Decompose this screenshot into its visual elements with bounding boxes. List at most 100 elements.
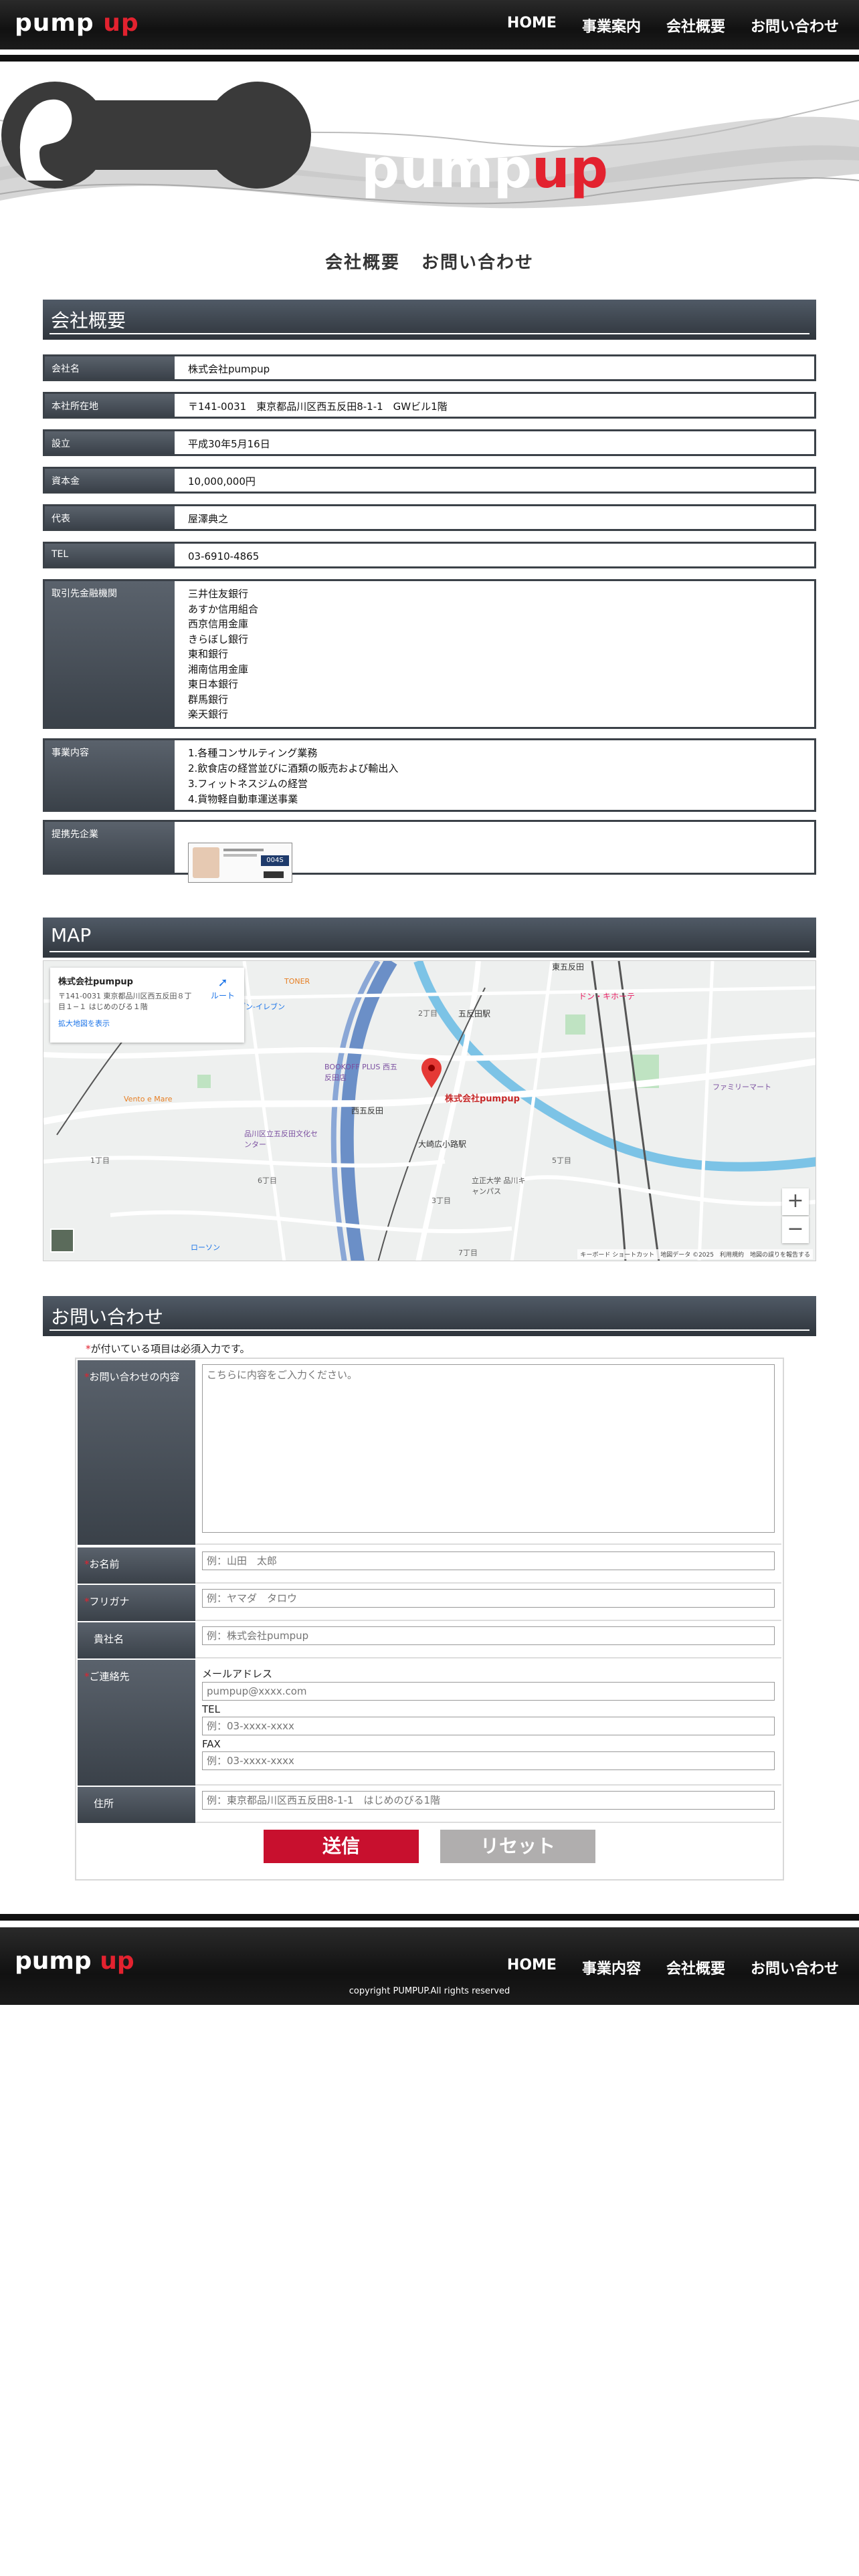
map-pin-label: 株式会社pumpup <box>445 1094 520 1104</box>
footer-logo[interactable]: pump up <box>15 1947 134 1975</box>
kana-cell <box>195 1585 781 1621</box>
map-label-1chome: 1丁目 <box>90 1156 110 1165</box>
row-value: 三井住友銀行 あすか信用組合 西京信用金庫 きらぼし銀行 東和銀行 湘南信用金庫… <box>188 588 259 720</box>
footer-stripe-white <box>0 1921 859 1927</box>
kana-label-text: フリガナ <box>89 1596 130 1608</box>
form-row-company: 貴社名 <box>78 1622 781 1658</box>
company-row: 提携先企業 004S <box>43 820 816 883</box>
content-label-text: お問い合わせの内容 <box>89 1371 180 1383</box>
subtitle-company[interactable]: 会社概要 <box>325 253 400 273</box>
company-row: 本社所在地 〒141-0031 東京都品川区西五反田8-1-1 GWビル1階 <box>43 392 816 419</box>
company-input[interactable] <box>202 1626 775 1645</box>
footer-nav-company[interactable]: 会社概要 <box>666 1957 725 1978</box>
name-input[interactable] <box>202 1551 775 1570</box>
site-footer: pump up HOME 事業内容 会社概要 お問い合わせ copyright … <box>0 1927 859 2005</box>
footer-logo-accent: up <box>100 1947 134 1975</box>
name-cell <box>195 1547 781 1584</box>
map-label-donki: ドン・キホーテ <box>579 992 636 1001</box>
footer-nav-contact[interactable]: お問い合わせ <box>751 1957 839 1978</box>
map-label-2chome: 2丁目 <box>418 1009 438 1018</box>
row-label: 資本金 <box>45 469 175 492</box>
company-row: 設立 平成30年5月16日 <box>43 429 816 456</box>
company-row: 事業内容 1.各種コンサルティング業務 2.飲食店の経営並びに酒類の販売および輸出… <box>43 738 816 812</box>
map-label-6chome: 6丁目 <box>258 1176 277 1185</box>
map-label-toner: TONER <box>284 977 310 986</box>
hero-logo-text: pumpup <box>361 138 608 200</box>
row-value: 〒141-0031 東京都品川区西五反田8-1-1 GWビル1階 <box>188 401 448 413</box>
form-row-address: 住所 <box>78 1787 781 1823</box>
company-row: 資本金 10,000,000円 <box>43 467 816 494</box>
row-value: 株式会社pumpup <box>188 363 270 375</box>
google-map[interactable]: 株式会社pumpup 五反田駅 西五反田 大崎広小路駅 立正大学 品川キャンパス… <box>43 960 816 1261</box>
email-input[interactable] <box>202 1682 775 1701</box>
required-note: *が付いている項目は必須入力です。 <box>86 1341 250 1356</box>
zoom-out-button[interactable]: − <box>782 1216 809 1243</box>
subtitle-contact[interactable]: お問い合わせ <box>421 253 534 273</box>
map-route-button[interactable]: ➚ ルート <box>211 976 235 1001</box>
nav-company[interactable]: 会社概要 <box>666 15 725 36</box>
required-star: * <box>84 1371 90 1383</box>
map-enlarge-link[interactable]: 拡大地図を表示 <box>58 1018 236 1029</box>
address-input[interactable] <box>202 1791 775 1810</box>
route-label: ルート <box>210 991 235 1000</box>
row-label: TEL <box>45 544 175 566</box>
zoom-in-button[interactable]: + <box>782 1188 809 1215</box>
form-row-name: *お名前 <box>78 1547 781 1584</box>
row-label: 会社名 <box>45 356 175 379</box>
footer-nav-business[interactable]: 事業内容 <box>582 1957 641 1978</box>
contact-section-title: お問い合わせ <box>43 1296 816 1336</box>
content-label: *お問い合わせの内容 <box>78 1360 195 1545</box>
company-row: 取引先金融機関 三井住友銀行 あすか信用組合 西京信用金庫 きらぼし銀行 東和銀行… <box>43 579 816 729</box>
site-logo[interactable]: pump up <box>15 9 139 37</box>
map-label-osakihirokoji: 大崎広小路駅 <box>418 1140 467 1149</box>
tel-input[interactable] <box>202 1717 775 1735</box>
row-value: 1.各種コンサルティング業務 2.飲食店の経営並びに酒類の販売および輸出入 3.… <box>188 747 399 805</box>
required-star: * <box>86 1343 91 1355</box>
map-card-title: 株式会社pumpup <box>58 977 133 987</box>
form-row-content: *お問い合わせの内容 <box>78 1360 781 1545</box>
hero-logo-main: pump <box>361 138 532 200</box>
partner-banner[interactable]: 004S <box>188 843 292 883</box>
company-label: 貴社名 <box>78 1622 195 1658</box>
contact-label: *ご連絡先 <box>78 1660 195 1786</box>
content-textarea[interactable] <box>202 1364 775 1533</box>
footer-nav-home[interactable]: HOME <box>507 1957 557 1978</box>
logo-accent: up <box>103 9 139 37</box>
map-layer-toggle[interactable] <box>50 1228 74 1253</box>
kana-input[interactable] <box>202 1589 775 1608</box>
partner-banner-code: 004S <box>261 855 289 866</box>
header-stripe-white <box>0 49 859 55</box>
required-star: * <box>84 1596 90 1608</box>
map-label-5chome: 5丁目 <box>552 1156 571 1165</box>
footer-stripe-dark <box>0 1914 859 1921</box>
company-row: 代表 屋澤典之 <box>43 504 816 531</box>
map-label-bookoff: BOOKOFF PLUS 西五反田店 <box>324 1063 397 1082</box>
row-value: 平成30年5月16日 <box>188 438 270 450</box>
map-label-lawson: ローソン <box>191 1243 220 1252</box>
name-label-text: お名前 <box>89 1558 120 1570</box>
reset-button[interactable]: リセット <box>440 1830 595 1863</box>
fax-sublabel: FAX <box>202 1738 221 1750</box>
map-label-gotanda-station: 五反田駅 <box>458 1009 491 1018</box>
nav-business[interactable]: 事業案内 <box>582 15 641 36</box>
footer-logo-main: pump <box>15 1947 92 1975</box>
logo-main: pump <box>15 9 94 37</box>
fax-input[interactable] <box>202 1751 775 1770</box>
map-section-title: MAP <box>43 918 816 958</box>
nav-home[interactable]: HOME <box>507 15 557 36</box>
nav-contact[interactable]: お問い合わせ <box>751 15 839 36</box>
map-label-7chome: 7丁目 <box>458 1249 478 1257</box>
contact-cell: メールアドレス TEL FAX <box>195 1660 781 1786</box>
row-label: 事業内容 <box>45 740 175 810</box>
map-label-nishigotanda: 西五反田 <box>351 1106 384 1115</box>
contact-label-text: ご連絡先 <box>89 1671 130 1683</box>
footer-nav: HOME 事業内容 会社概要 お問い合わせ <box>507 1957 839 1978</box>
form-row-contact: *ご連絡先 メールアドレス TEL FAX <box>78 1660 781 1786</box>
required-star: * <box>84 1671 90 1683</box>
map-label-3chome: 3丁目 <box>432 1196 451 1205</box>
map-label-higashigotanda: 東五反田 <box>552 962 585 972</box>
form-row-kana: *フリガナ <box>78 1585 781 1621</box>
hero-logo-graphic <box>1 82 311 189</box>
send-button[interactable]: 送信 <box>264 1830 419 1863</box>
content-cell <box>195 1360 781 1545</box>
